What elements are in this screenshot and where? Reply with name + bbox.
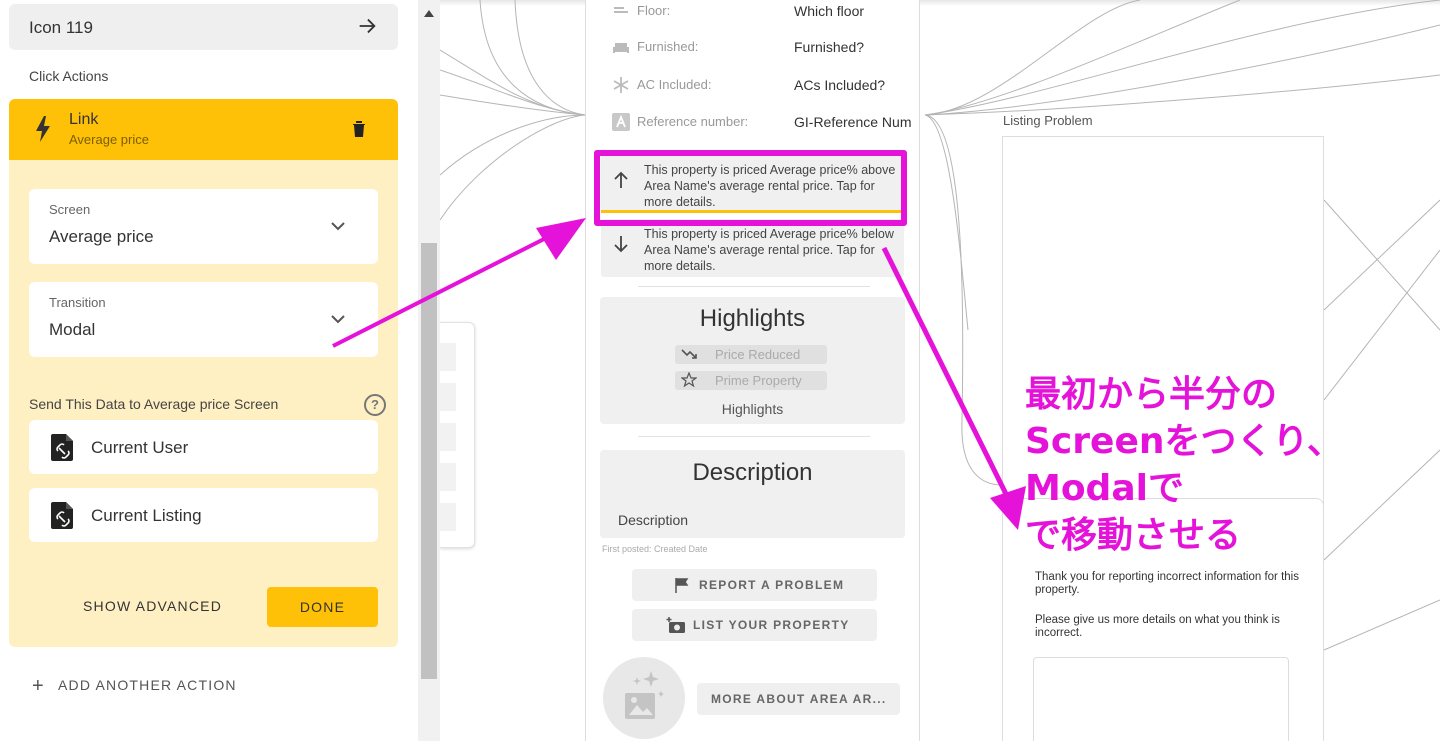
transition-value: Modal <box>49 320 96 339</box>
property-detail-screen[interactable]: Floor: Which floor Furnished: Furnished?… <box>585 0 920 741</box>
chip-label: Price Reduced <box>715 347 801 362</box>
property-label: Floor: <box>637 3 671 18</box>
first-posted-text: First posted: Created Date <box>602 544 708 554</box>
frame-stub <box>440 343 456 371</box>
property-label: AC Included: <box>637 77 712 92</box>
transition-select[interactable]: Transition Modal <box>29 282 378 357</box>
data-item-current-listing[interactable]: Current Listing <box>29 488 378 542</box>
trash-icon[interactable] <box>352 120 366 137</box>
area-image-placeholder <box>603 657 685 739</box>
icon-selector-row[interactable]: Icon 119 <box>9 4 398 50</box>
data-item-current-user[interactable]: Current User <box>29 420 378 474</box>
properties-panel: Icon 119 Click Actions Link Average pric… <box>0 0 418 741</box>
image-sparkle-icon <box>625 671 664 719</box>
list-property-button[interactable]: LIST YOUR PROPERTY <box>632 609 877 641</box>
data-item-label: Current Listing <box>91 506 202 525</box>
description-heading: Description <box>692 459 813 486</box>
adjacent-screen-frame[interactable] <box>440 322 475 548</box>
price-below-card[interactable]: This property is priced Average price% b… <box>601 219 904 277</box>
sofa-icon <box>613 43 629 53</box>
scroll-up-arrow-icon[interactable] <box>424 10 434 17</box>
icon-name-label: Icon 119 <box>29 18 93 37</box>
send-data-label: Send This Data to Average price Screen <box>29 396 279 412</box>
description-section: Description Description <box>600 450 905 538</box>
modal-details-text: Please give us more details on what you … <box>1035 614 1280 639</box>
star-icon <box>681 372 697 388</box>
divider <box>638 286 870 287</box>
highlight-chip-price-reduced[interactable]: Price Reduced <box>675 345 827 364</box>
data-item-label: Current User <box>91 438 189 457</box>
divider <box>638 436 870 437</box>
annotation-line: 最初から半分の <box>1025 374 1278 415</box>
description-text: Description <box>618 512 689 528</box>
property-row-ac: AC Included: ACs Included? <box>586 74 921 98</box>
arrow-right-icon[interactable] <box>356 15 378 37</box>
frame-stub <box>440 463 456 491</box>
report-problem-button[interactable]: REPORT A PROBLEM <box>632 569 877 601</box>
flag-icon <box>675 578 689 593</box>
frame-stub <box>440 383 456 411</box>
add-action-label: ADD ANOTHER ACTION <box>58 677 237 693</box>
chevron-down-icon <box>331 315 345 324</box>
more-about-area-button[interactable]: MORE ABOUT AREA AR... <box>697 683 900 715</box>
highlights-heading: Highlights <box>699 305 806 332</box>
screen-value: Average price <box>49 227 154 246</box>
property-value: Which floor <box>794 3 865 19</box>
add-camera-icon <box>666 617 685 633</box>
add-another-action-button[interactable]: + ADD ANOTHER ACTION <box>32 675 237 698</box>
highlights-section: Highlights Price Reduced Prime Property … <box>600 297 905 424</box>
highlight-chip-prime-property[interactable]: Prime Property <box>675 371 827 390</box>
annotation-highlight-box <box>594 150 907 226</box>
snowflake-icon <box>613 77 629 93</box>
scrollbar-thumb[interactable] <box>421 243 437 679</box>
link-action-header[interactable]: Link Average price <box>9 99 398 160</box>
property-row-reference: Reference number: GI-Reference Num <box>586 111 921 135</box>
property-row-furnished: Furnished: Furnished? <box>586 36 921 60</box>
property-row-floor: Floor: Which floor <box>586 0 921 24</box>
frame-stub <box>440 423 456 451</box>
annotation-line: で移動させる <box>1025 515 1242 556</box>
panel-scrollbar[interactable] <box>418 0 440 741</box>
file-link-icon <box>51 502 73 529</box>
property-label: Reference number: <box>637 114 749 129</box>
modal-thank-you-text: Thank you for reporting incorrect inform… <box>1035 571 1299 596</box>
modal-details-input[interactable] <box>1033 657 1289 741</box>
arrow-down-icon <box>614 236 628 253</box>
show-advanced-button[interactable]: SHOW ADVANCED <box>83 598 222 614</box>
link-action-body: Screen Average price Transition Modal Se… <box>9 160 398 647</box>
letter-a-icon <box>612 113 630 131</box>
lightning-bolt-icon <box>36 116 50 142</box>
chevron-down-icon <box>331 222 345 231</box>
annotation-line: Modalで <box>1025 468 1184 509</box>
annotation-line: Screenをつくり、 <box>1025 421 1344 462</box>
click-actions-heading: Click Actions <box>29 68 109 84</box>
action-subtitle: Average price <box>69 132 149 147</box>
chip-label: Prime Property <box>715 373 802 388</box>
property-value: ACs Included? <box>794 77 886 93</box>
property-value: Furnished? <box>794 39 865 55</box>
transition-label: Transition <box>49 295 106 310</box>
trending-down-icon <box>681 349 697 359</box>
list-property-label: LIST YOUR PROPERTY <box>693 618 850 632</box>
help-icon[interactable]: ? <box>364 394 386 416</box>
highlights-footer: Highlights <box>721 401 784 417</box>
price-below-text: This property is priced Average price% b… <box>644 227 894 273</box>
floor-icon <box>614 7 628 13</box>
report-problem-label: REPORT A PROBLEM <box>699 578 845 592</box>
annotation-text: 最初から半分の Screenをつくり、 Modalで で移動させる <box>1025 371 1343 559</box>
plus-icon: + <box>32 675 45 697</box>
action-title: Link <box>69 111 99 128</box>
frame-stub <box>440 503 456 531</box>
file-link-icon <box>51 434 73 461</box>
screen-select[interactable]: Screen Average price <box>29 189 378 264</box>
property-label: Furnished: <box>637 39 699 54</box>
done-button[interactable]: DONE <box>267 587 378 627</box>
property-value: GI-Reference Num <box>794 114 912 130</box>
screen-label: Screen <box>49 202 91 217</box>
listing-problem-frame-label: Listing Problem <box>1003 113 1093 128</box>
